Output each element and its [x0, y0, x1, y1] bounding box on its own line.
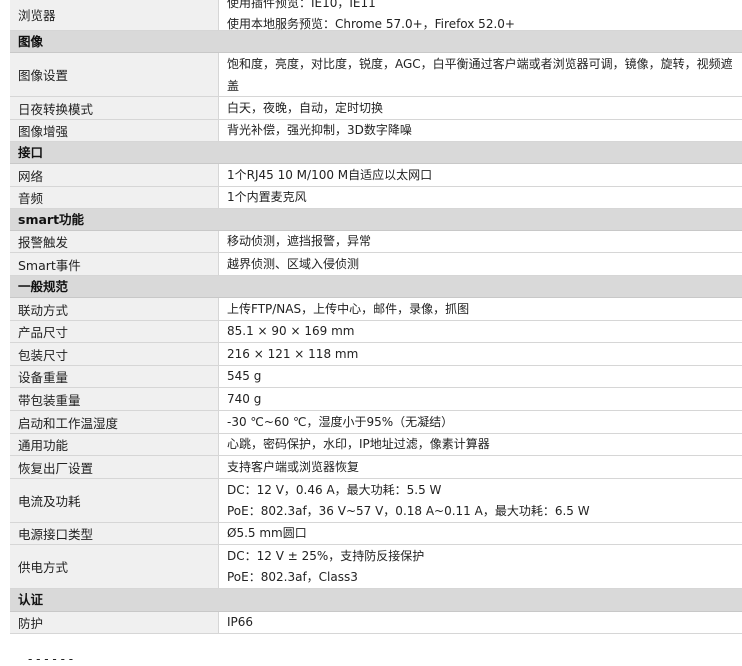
spec-row: Smart事件 越界侦测、区域入侵侦测 — [10, 253, 742, 276]
spec-value-line: Ø5.5 mm圆口 — [227, 526, 307, 540]
spec-value: 1个RJ45 10 M/100 M自适应以太网口 — [219, 164, 742, 186]
spec-label: 音频 — [10, 187, 219, 208]
spec-label: 恢复出厂设置 — [10, 456, 219, 478]
section-header: 一般规范 — [10, 276, 742, 298]
spec-row: 音频 1个内置麦克风 — [10, 187, 742, 209]
spec-label: 日夜转换模式 — [10, 97, 219, 119]
spec-value-line: 1个RJ45 10 M/100 M自适应以太网口 — [227, 167, 433, 182]
spec-value-line: 白天，夜晚，自动，定时切换 — [227, 100, 384, 115]
spec-value: 越界侦测、区域入侵侦测 — [219, 253, 742, 275]
spec-row: 启动和工作温湿度 -30 ℃~60 ℃，湿度小于95%（无凝结） — [10, 411, 742, 434]
spec-row: 日夜转换模式 白天，夜晚，自动，定时切换 — [10, 97, 742, 120]
spec-row: 带包装重量 740 g — [10, 388, 742, 411]
spec-value: 背光补偿，强光抑制，3D数字降噪 — [219, 120, 742, 141]
spec-label: 网络 — [10, 164, 219, 186]
spec-value-line: 越界侦测、区域入侵侦测 — [227, 256, 360, 271]
spec-value: 1个内置麦克风 — [219, 187, 742, 208]
spec-value-line: PoE：802.3af，36 V~57 V，0.18 A~0.11 A，最大功耗… — [227, 503, 590, 518]
spec-value-line: 上传FTP/NAS，上传中心，邮件，录像，抓图 — [227, 301, 470, 316]
spec-value-line: 移动侦测，遮挡报警，异常 — [227, 234, 372, 248]
spec-label: 浏览器 — [10, 0, 219, 30]
spec-row: 联动方式 上传FTP/NAS，上传中心，邮件，录像，抓图 — [10, 298, 742, 321]
spec-value: 85.1 × 90 × 169 mm — [219, 321, 742, 342]
spec-row: 电流及功耗 DC：12 V，0.46 A，最大功耗：5.5 W PoE：802.3a… — [10, 479, 742, 523]
spec-label: Smart事件 — [10, 253, 219, 275]
spec-value-line: 使用本地服务预览：Chrome 57.0+，Firefox 52.0+ — [227, 17, 515, 31]
spec-value-line: 背光补偿，强光抑制，3D数字降噪 — [227, 123, 412, 137]
spec-value: IP66 — [219, 612, 742, 633]
spec-value-line: 心跳，密码保护，水印，IP地址过滤，像素计算器 — [227, 437, 490, 451]
spec-value: DC：12 V ± 25%，支持防反接保护 PoE：802.3af，Class3 — [219, 545, 742, 588]
spec-label: 图像增强 — [10, 120, 219, 141]
spec-label: 启动和工作温湿度 — [10, 411, 219, 433]
spec-value: 740 g — [219, 388, 742, 410]
section-title: 一般规范 — [18, 279, 69, 294]
spec-row: 通用功能 心跳，密码保护，水印，IP地址过滤，像素计算器 — [10, 434, 742, 456]
spec-row: 图像设置 饱和度，亮度，对比度，锐度，AGC，白平衡通过客户端或者浏览器可调，镜像… — [10, 53, 742, 97]
spec-value-line: 支持客户端或浏览器恢复 — [227, 459, 360, 474]
spec-label: 防护 — [10, 612, 219, 633]
spec-label: 通用功能 — [10, 434, 219, 455]
spec-value: 支持客户端或浏览器恢复 — [219, 456, 742, 478]
spec-value-line: 饱和度，亮度，对比度，锐度，AGC，白平衡通过客户端或者浏览器可调，镜像，旋转，… — [227, 56, 733, 93]
section-title: smart功能 — [18, 212, 85, 227]
spec-value: 216 × 121 × 118 mm — [219, 343, 742, 365]
spec-label: 设备重量 — [10, 366, 219, 387]
spec-row: 报警触发 移动侦测，遮挡报警，异常 — [10, 231, 742, 253]
spec-value-line: 85.1 × 90 × 169 mm — [227, 324, 355, 338]
spec-value-line: IP66 — [227, 615, 254, 629]
spec-value-line: 216 × 121 × 118 mm — [227, 346, 359, 361]
spec-row: 恢复出厂设置 支持客户端或浏览器恢复 — [10, 456, 742, 479]
spec-row: 图像增强 背光补偿，强光抑制，3D数字降噪 — [10, 120, 742, 142]
spec-value: 心跳，密码保护，水印，IP地址过滤，像素计算器 — [219, 434, 742, 455]
spec-row: 包装尺寸 216 × 121 × 118 mm — [10, 343, 742, 366]
spec-value: 545 g — [219, 366, 742, 387]
section-title: 认证 — [18, 592, 44, 607]
spec-value-line: 1个内置麦克风 — [227, 190, 307, 204]
section-header: 接口 — [10, 142, 742, 164]
spec-value: DC：12 V，0.46 A，最大功耗：5.5 W PoE：802.3af，36 … — [219, 479, 742, 522]
spec-label: 图像设置 — [10, 53, 219, 96]
section-title: 接口 — [18, 145, 44, 160]
spec-label: 供电方式 — [10, 545, 219, 588]
spec-label: 联动方式 — [10, 298, 219, 320]
spec-label: 电流及功耗 — [10, 479, 219, 522]
spec-value-line: 740 g — [227, 391, 262, 406]
spec-table: 浏览器 使用插件预览：IE10，IE11 使用本地服务预览：Chrome 57.0+… — [10, 0, 742, 634]
spec-row: 供电方式 DC：12 V ± 25%，支持防反接保护 PoE：802.3af，Cla… — [10, 545, 742, 589]
spec-row: 浏览器 使用插件预览：IE10，IE11 使用本地服务预览：Chrome 57.0+… — [10, 0, 742, 31]
spec-value-line: -30 ℃~60 ℃，湿度小于95%（无凝结） — [227, 414, 454, 429]
spec-row: 防护 IP66 — [10, 612, 742, 634]
spec-row: 设备重量 545 g — [10, 366, 742, 388]
spec-value-line: 545 g — [227, 369, 262, 383]
spec-row: 产品尺寸 85.1 × 90 × 169 mm — [10, 321, 742, 343]
section-title: 图像 — [18, 34, 44, 49]
cut-off-text: - - - - - - — [28, 652, 74, 666]
spec-value: 使用插件预览：IE10，IE11 使用本地服务预览：Chrome 57.0+，Fi… — [219, 0, 742, 31]
spec-row: 网络 1个RJ45 10 M/100 M自适应以太网口 — [10, 164, 742, 187]
spec-value: 白天，夜晚，自动，定时切换 — [219, 97, 742, 119]
spec-label: 电源接口类型 — [10, 523, 219, 544]
section-header: 认证 — [10, 589, 742, 612]
spec-row: 电源接口类型 Ø5.5 mm圆口 — [10, 523, 742, 545]
spec-value: 上传FTP/NAS，上传中心，邮件，录像，抓图 — [219, 298, 742, 320]
spec-value: -30 ℃~60 ℃，湿度小于95%（无凝结） — [219, 411, 742, 433]
spec-label: 产品尺寸 — [10, 321, 219, 342]
spec-label: 带包装重量 — [10, 388, 219, 410]
spec-value-line: PoE：802.3af，Class3 — [227, 569, 358, 584]
section-header: smart功能 — [10, 209, 742, 231]
spec-value: 饱和度，亮度，对比度，锐度，AGC，白平衡通过客户端或者浏览器可调，镜像，旋转，… — [219, 53, 742, 96]
spec-value: 移动侦测，遮挡报警，异常 — [219, 231, 742, 252]
spec-value-line: DC：12 V ± 25%，支持防反接保护 — [227, 548, 425, 563]
spec-label: 报警触发 — [10, 231, 219, 252]
spec-value-line: DC：12 V，0.46 A，最大功耗：5.5 W — [227, 482, 442, 497]
spec-value: Ø5.5 mm圆口 — [219, 523, 742, 544]
spec-label: 包装尺寸 — [10, 343, 219, 365]
spec-value-line: 使用插件预览：IE10，IE11 — [227, 0, 376, 10]
